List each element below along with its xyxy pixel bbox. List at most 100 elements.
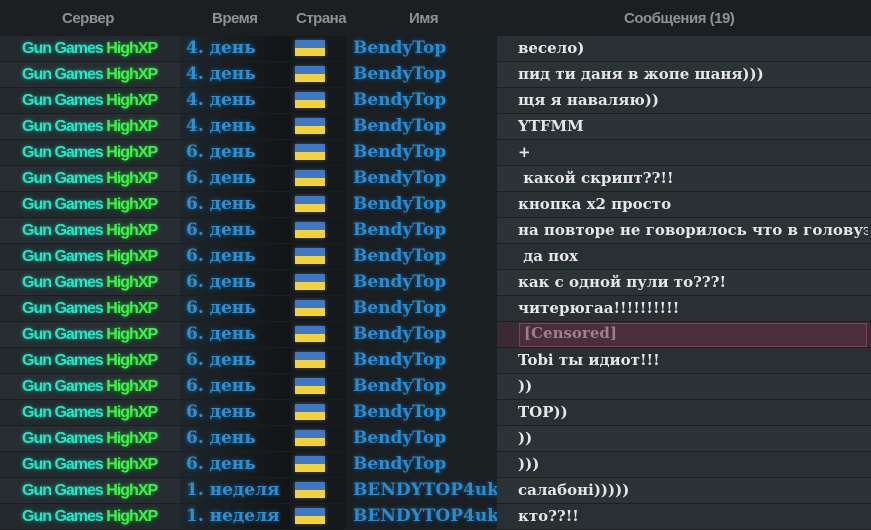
player-name-link[interactable]: BendyTop [353,168,446,188]
server-cell[interactable]: Gun Games HighXP [0,426,180,451]
player-name-link[interactable]: BendyTop [353,324,446,344]
server-name[interactable]: Gun Games HighXP [22,352,158,370]
server-cell[interactable]: Gun Games HighXP [0,374,180,399]
server-name[interactable]: Gun Games HighXP [22,66,158,84]
server-cell[interactable]: Gun Games HighXP [0,504,180,529]
name-cell[interactable]: BENDYTOP4uk [347,478,499,503]
server-name[interactable]: Gun Games HighXP [22,118,158,136]
player-name-link[interactable]: BendyTop [353,194,446,214]
name-cell[interactable]: BendyTop [347,400,497,425]
player-name-link[interactable]: BendyTop [353,376,446,396]
table-row: Gun Games HighXP 6. день BendyTop)) [0,374,871,400]
message-cell: читерюгаа!!!!!!!!!! [497,296,871,321]
name-cell[interactable]: BendyTop [347,348,497,373]
player-name-link[interactable]: BendyTop [353,38,446,58]
message-text: салабоні))))) [518,481,630,499]
name-cell[interactable]: BendyTop [347,192,497,217]
header-messages[interactable]: Сообщения (19) [624,10,735,27]
player-name-link[interactable]: BendyTop [353,142,446,162]
server-cell[interactable]: Gun Games HighXP [0,296,180,321]
player-name-link[interactable]: BendyTop [353,64,446,84]
server-cell[interactable]: Gun Games HighXP [0,166,180,191]
server-name[interactable]: Gun Games HighXP [22,326,158,344]
server-name[interactable]: Gun Games HighXP [22,404,158,422]
time-cell: 6. день [180,296,290,321]
name-cell[interactable]: BendyTop [347,244,497,269]
server-name[interactable]: Gun Games HighXP [22,248,158,266]
player-name-link[interactable]: BendyTop [353,350,446,370]
player-name-link[interactable]: BENDYTOP4uk [353,506,499,526]
server-cell[interactable]: Gun Games HighXP [0,270,180,295]
message-cell: какой скрипт??!! [497,166,871,191]
name-cell[interactable]: BendyTop [347,88,497,113]
server-name[interactable]: Gun Games HighXP [22,274,158,292]
player-name-link[interactable]: BendyTop [353,90,446,110]
server-cell[interactable]: Gun Games HighXP [0,452,180,477]
table-row: Gun Games HighXP 4. день BendyTop весело) [0,36,871,62]
server-cell[interactable]: Gun Games HighXP [0,348,180,373]
server-name-part1: Gun Games [22,482,104,499]
server-cell[interactable]: Gun Games HighXP [0,400,180,425]
server-cell[interactable]: Gun Games HighXP [0,244,180,269]
server-cell[interactable]: Gun Games HighXP [0,62,180,87]
name-cell[interactable]: BendyTop [347,36,497,61]
player-name-link[interactable]: BendyTop [353,246,446,266]
server-name[interactable]: Gun Games HighXP [22,92,158,110]
name-cell[interactable]: BendyTop [347,140,497,165]
message-cell: на повторе не говорилось что в головуэ [497,218,871,243]
server-name[interactable]: Gun Games HighXP [22,300,158,318]
server-name[interactable]: Gun Games HighXP [22,170,158,188]
server-name[interactable]: Gun Games HighXP [22,508,158,526]
server-cell[interactable]: Gun Games HighXP [0,114,180,139]
player-name-link[interactable]: BendyTop [353,428,446,448]
player-name-link[interactable]: BendyTop [353,454,446,474]
server-cell[interactable]: Gun Games HighXP [0,36,180,61]
time-cell: 6. день [180,244,290,269]
message-cell: кто??!! [497,504,871,529]
name-cell[interactable]: BendyTop [347,270,497,295]
server-cell[interactable]: Gun Games HighXP [0,218,180,243]
name-cell[interactable]: BendyTop [347,166,497,191]
name-cell[interactable]: BendyTop [347,62,497,87]
name-cell[interactable]: BENDYTOP4uk [347,504,499,529]
server-name-part2: HighXP [106,404,158,421]
player-name-link[interactable]: BendyTop [353,402,446,422]
header-server[interactable]: Сервер [62,10,114,27]
player-name-link[interactable]: BendyTop [353,298,446,318]
time-cell: 4. день [180,62,290,87]
header-name[interactable]: Имя [409,10,439,27]
server-name-part1: Gun Games [22,456,104,473]
server-name[interactable]: Gun Games HighXP [22,456,158,474]
ukraine-flag-icon [295,378,325,394]
player-name-link[interactable]: BendyTop [353,116,446,136]
name-cell[interactable]: BendyTop [347,114,497,139]
server-cell[interactable]: Gun Games HighXP [0,88,180,113]
server-cell[interactable]: Gun Games HighXP [0,192,180,217]
table-row: Gun Games HighXP 6. день BendyTop да пох [0,244,871,270]
server-name[interactable]: Gun Games HighXP [22,430,158,448]
server-name[interactable]: Gun Games HighXP [22,222,158,240]
name-cell[interactable]: BendyTop [347,322,497,347]
ukraine-flag-icon [295,274,325,290]
server-name[interactable]: Gun Games HighXP [22,196,158,214]
censored-message[interactable]: [Censored] [519,323,867,347]
country-cell [290,166,347,191]
name-cell[interactable]: BendyTop [347,426,497,451]
server-name[interactable]: Gun Games HighXP [22,144,158,162]
name-cell[interactable]: BendyTop [347,218,497,243]
server-name[interactable]: Gun Games HighXP [22,40,158,58]
server-cell[interactable]: Gun Games HighXP [0,322,180,347]
player-name-link[interactable]: BendyTop [353,220,446,240]
player-name-link[interactable]: BENDYTOP4uk [353,480,499,500]
server-name[interactable]: Gun Games HighXP [22,378,158,396]
header-country[interactable]: Страна [296,10,347,27]
name-cell[interactable]: BendyTop [347,296,497,321]
time-label: 4. день [186,64,256,84]
header-time[interactable]: Время [212,10,258,27]
server-cell[interactable]: Gun Games HighXP [0,478,180,503]
server-name[interactable]: Gun Games HighXP [22,482,158,500]
name-cell[interactable]: BendyTop [347,374,497,399]
server-cell[interactable]: Gun Games HighXP [0,140,180,165]
player-name-link[interactable]: BendyTop [353,272,446,292]
name-cell[interactable]: BendyTop [347,452,497,477]
